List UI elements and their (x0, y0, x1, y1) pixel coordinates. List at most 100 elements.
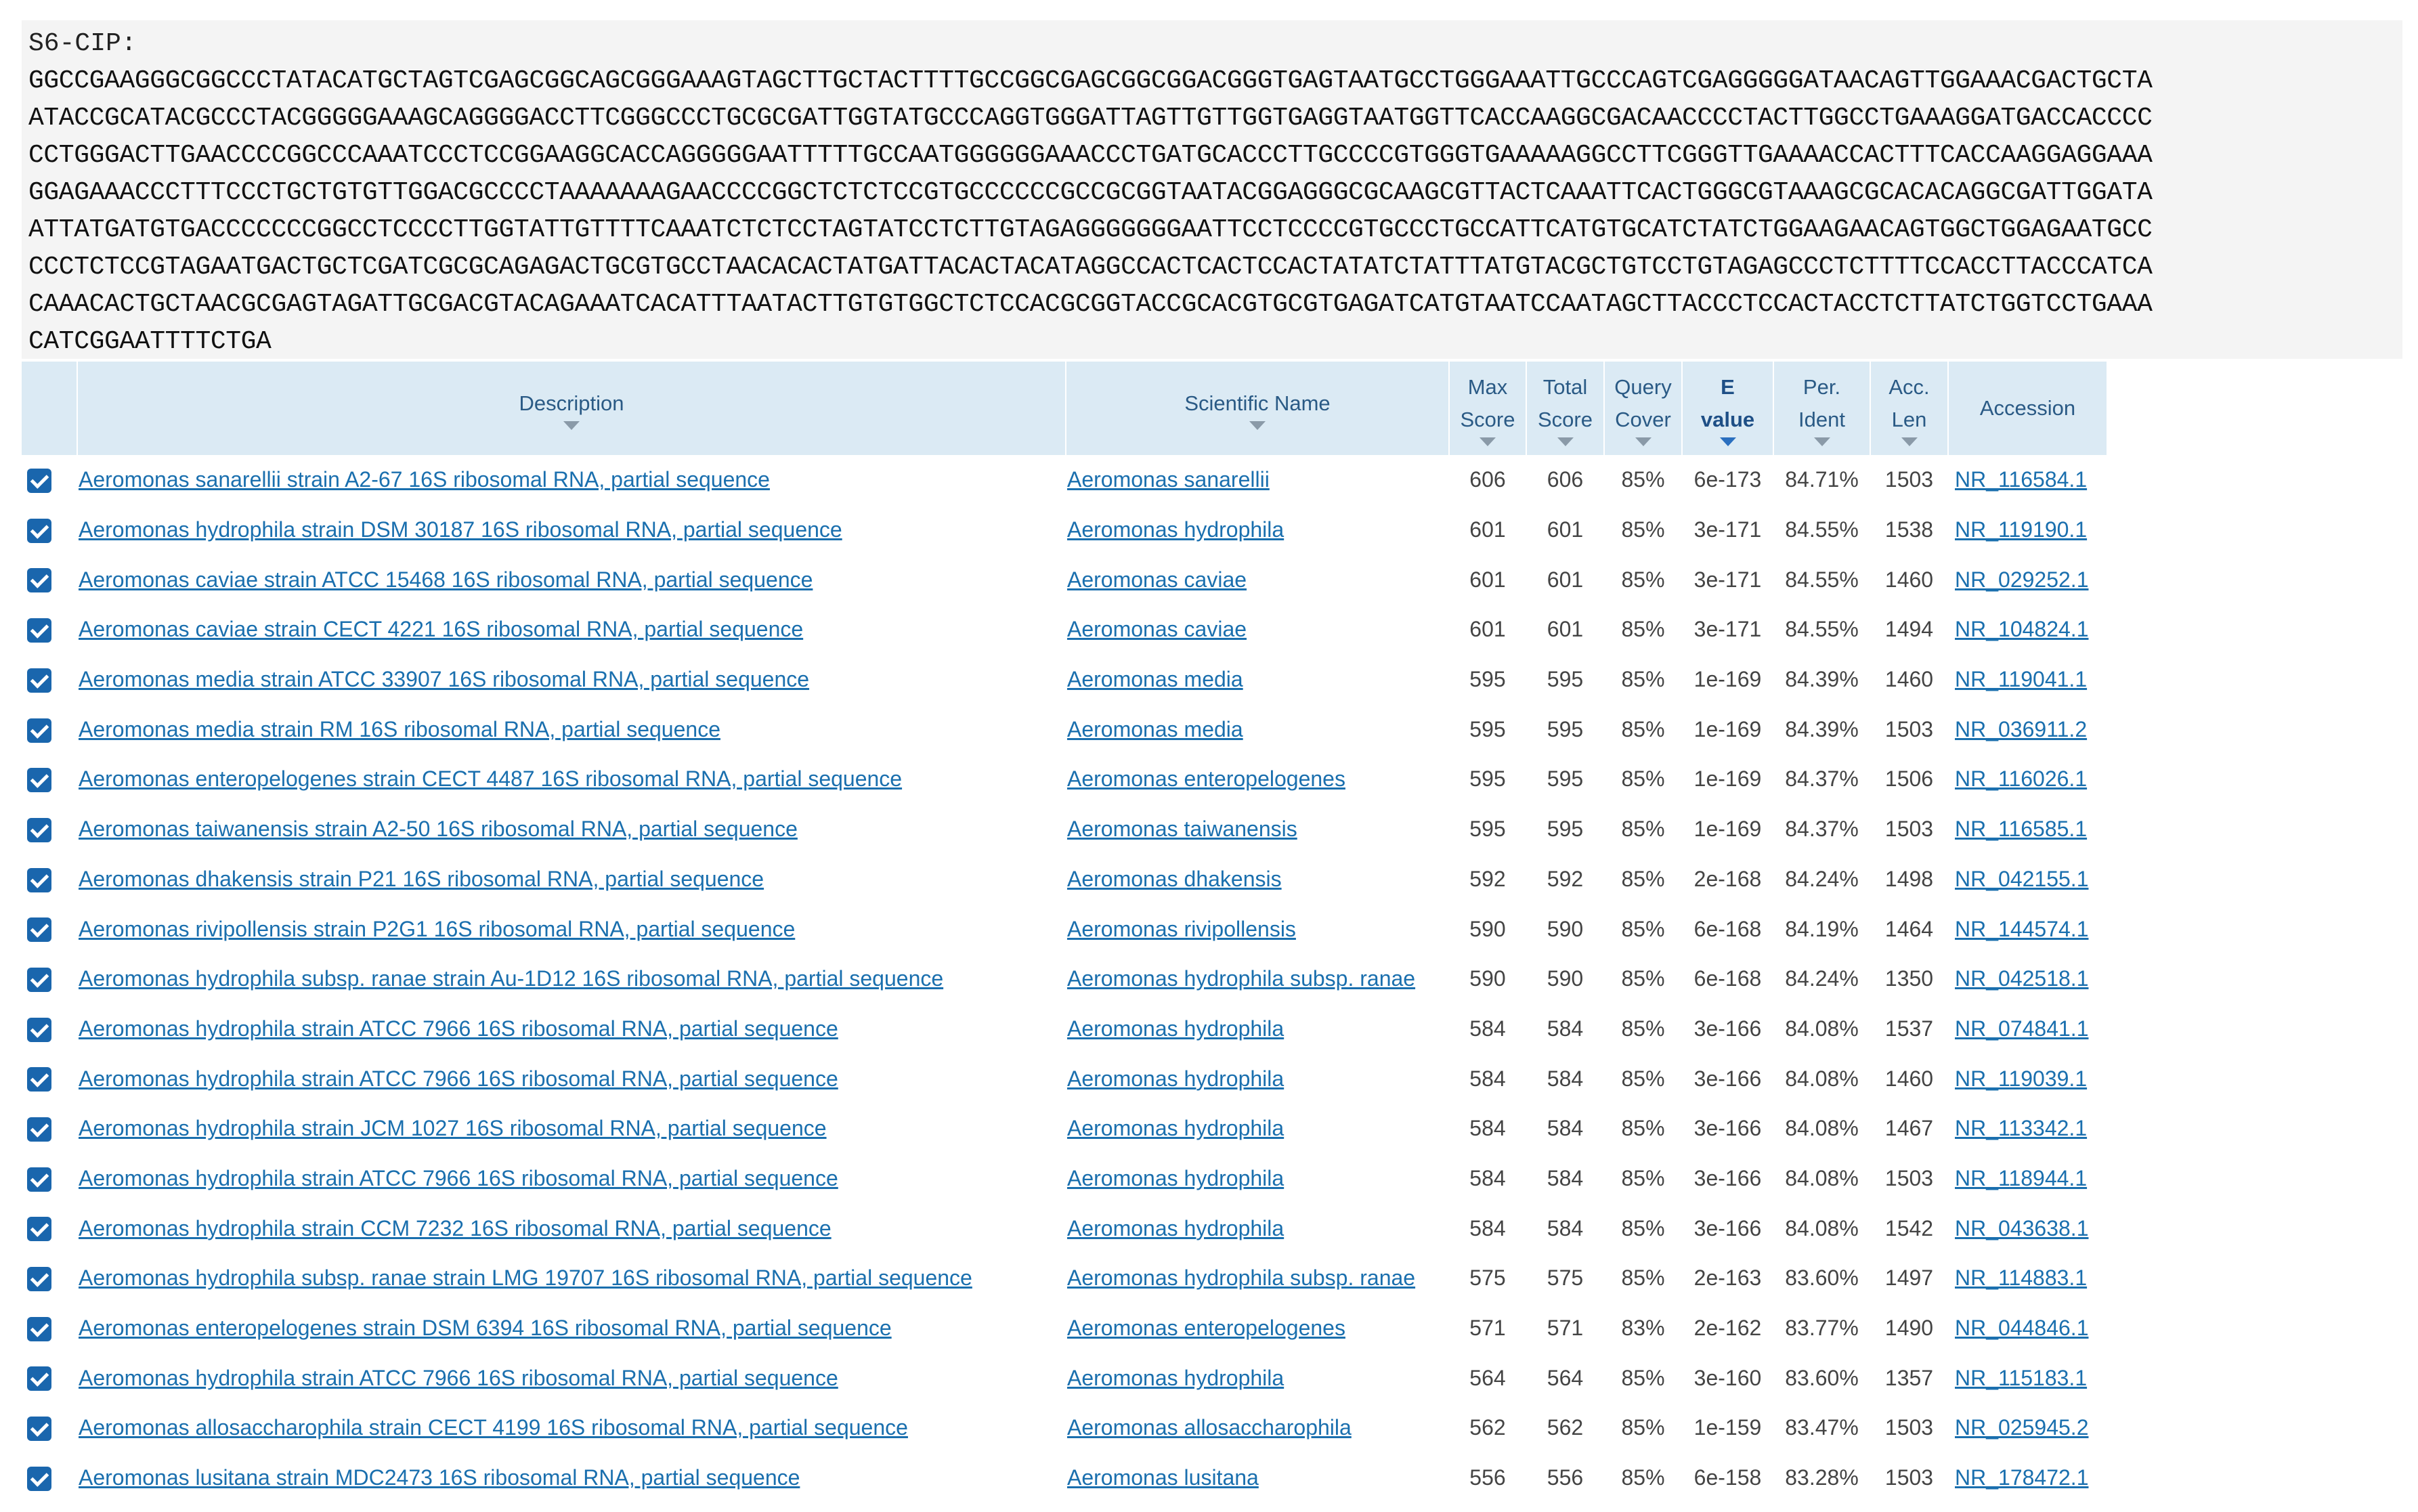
row-checkbox[interactable] (27, 1466, 51, 1491)
description-link[interactable]: Aeromonas hydrophila strain DSM 30187 16… (79, 517, 842, 542)
description-link[interactable]: Aeromonas hydrophila subsp. ranae strain… (79, 966, 943, 991)
sort-down-icon[interactable] (1719, 437, 1736, 446)
column-header-e-value[interactable]: E value (1682, 362, 1774, 455)
description-link[interactable]: Aeromonas enteropelogenes strain CECT 44… (79, 766, 902, 791)
sort-down-icon[interactable] (1557, 437, 1574, 446)
description-link[interactable]: Aeromonas hydrophila strain JCM 1027 16S… (79, 1116, 827, 1140)
description-link[interactable]: Aeromonas hydrophila strain CCM 7232 16S… (79, 1216, 832, 1240)
row-checkbox[interactable] (27, 768, 51, 793)
scientific-name-link[interactable]: Aeromonas caviae (1067, 567, 1247, 592)
accession-link[interactable]: NR_178472.1 (1955, 1465, 2088, 1490)
column-header-total-score[interactable]: Total Score (1526, 362, 1605, 455)
accession-link[interactable]: NR_116026.1 (1955, 766, 2087, 791)
accession-link[interactable]: NR_043638.1 (1955, 1216, 2088, 1240)
description-link[interactable]: Aeromonas enteropelogenes strain DSM 639… (79, 1316, 892, 1340)
row-checkbox[interactable] (27, 668, 51, 693)
sort-down-icon[interactable] (1249, 420, 1266, 430)
accession-link[interactable]: NR_025945.2 (1955, 1415, 2088, 1440)
row-checkbox[interactable] (27, 1117, 51, 1142)
scientific-name-link[interactable]: Aeromonas caviae (1067, 617, 1247, 641)
description-link[interactable]: Aeromonas caviae strain CECT 4221 16S ri… (79, 617, 803, 641)
row-checkbox[interactable] (27, 1417, 51, 1442)
accession-link[interactable]: NR_116585.1 (1955, 817, 2087, 841)
accession-link[interactable]: NR_042518.1 (1955, 966, 2088, 991)
column-header-query-cover[interactable]: Query Cover (1604, 362, 1683, 455)
description-link[interactable]: Aeromonas hydrophila strain ATCC 7966 16… (79, 1366, 838, 1390)
scientific-name-link[interactable]: Aeromonas hydrophila (1067, 1216, 1284, 1240)
scientific-name-link[interactable]: Aeromonas enteropelogenes (1067, 1316, 1345, 1340)
column-header-description[interactable]: Description (77, 362, 1066, 455)
scientific-name-link[interactable]: Aeromonas taiwanensis (1067, 817, 1297, 841)
row-checkbox[interactable] (27, 1217, 51, 1242)
description-link[interactable]: Aeromonas rivipollensis strain P2G1 16S … (79, 917, 795, 941)
accession-link[interactable]: NR_119039.1 (1955, 1066, 2087, 1091)
accession-link[interactable]: NR_144574.1 (1955, 917, 2088, 941)
accession-link[interactable]: NR_119190.1 (1955, 517, 2087, 542)
description-link[interactable]: Aeromonas media strain ATCC 33907 16S ri… (79, 667, 809, 691)
accession-link[interactable]: NR_074841.1 (1955, 1016, 2088, 1041)
scientific-name-link[interactable]: Aeromonas hydrophila subsp. ranae (1067, 966, 1415, 991)
scientific-name-link[interactable]: Aeromonas media (1067, 667, 1243, 691)
row-checkbox[interactable] (27, 967, 51, 992)
sort-down-icon[interactable] (1813, 437, 1830, 446)
scientific-name-link[interactable]: Aeromonas lusitana (1067, 1465, 1259, 1490)
column-header-per-ident[interactable]: Per. Ident (1773, 362, 1871, 455)
sort-down-icon[interactable] (1901, 437, 1918, 446)
row-checkbox[interactable] (27, 817, 51, 842)
row-checkbox[interactable] (27, 1316, 51, 1341)
scientific-name-link[interactable]: Aeromonas hydrophila subsp. ranae (1067, 1266, 1415, 1290)
scientific-name-link[interactable]: Aeromonas dhakensis (1067, 867, 1282, 891)
accession-link[interactable]: NR_116584.1 (1955, 467, 2087, 492)
accession-link[interactable]: NR_115183.1 (1955, 1366, 2087, 1390)
description-link[interactable]: Aeromonas caviae strain ATCC 15468 16S r… (79, 567, 813, 592)
scientific-name-link[interactable]: Aeromonas hydrophila (1067, 1166, 1284, 1190)
scientific-name-link[interactable]: Aeromonas rivipollensis (1067, 917, 1296, 941)
description-link[interactable]: Aeromonas sanarellii strain A2-67 16S ri… (79, 467, 770, 492)
row-checkbox[interactable] (27, 718, 51, 743)
row-checkbox[interactable] (27, 518, 51, 543)
description-link[interactable]: Aeromonas hydrophila strain ATCC 7966 16… (79, 1016, 838, 1041)
accession-link[interactable]: NR_044846.1 (1955, 1316, 2088, 1340)
row-checkbox[interactable] (27, 917, 51, 943)
description-link[interactable]: Aeromonas hydrophila subsp. ranae strain… (79, 1266, 972, 1290)
description-link[interactable]: Aeromonas allosaccharophila strain CECT … (79, 1415, 908, 1440)
row-checkbox[interactable] (27, 867, 51, 892)
row-checkbox[interactable] (27, 1366, 51, 1391)
row-checkbox[interactable] (27, 618, 51, 643)
column-header-scientific-name[interactable]: Scientific Name (1066, 362, 1450, 455)
sort-down-icon[interactable] (1480, 437, 1496, 446)
row-checkbox[interactable] (27, 1067, 51, 1092)
row-checkbox[interactable] (27, 469, 51, 494)
scientific-name-link[interactable]: Aeromonas hydrophila (1067, 517, 1284, 542)
row-checkbox[interactable] (27, 1267, 51, 1292)
accession-link[interactable]: NR_036911.2 (1955, 717, 2087, 741)
scientific-name-link[interactable]: Aeromonas sanarellii (1067, 467, 1270, 492)
description-link[interactable]: Aeromonas taiwanensis strain A2-50 16S r… (79, 817, 798, 841)
accession-link[interactable]: NR_113342.1 (1955, 1116, 2087, 1140)
scientific-name-link[interactable]: Aeromonas hydrophila (1067, 1066, 1284, 1091)
accession-link[interactable]: NR_118944.1 (1955, 1166, 2087, 1190)
scientific-name-link[interactable]: Aeromonas hydrophila (1067, 1116, 1284, 1140)
scientific-name-link[interactable]: Aeromonas allosaccharophila (1067, 1415, 1352, 1440)
column-header-acc-len[interactable]: Acc. Len (1870, 362, 1949, 455)
description-link[interactable]: Aeromonas media strain RM 16S ribosomal … (79, 717, 720, 741)
sort-down-icon[interactable] (563, 420, 580, 430)
accession-link[interactable]: NR_029252.1 (1955, 567, 2088, 592)
accession-link[interactable]: NR_119041.1 (1955, 667, 2087, 691)
row-checkbox[interactable] (27, 1167, 51, 1192)
sort-down-icon[interactable] (1635, 437, 1651, 446)
row-checkbox[interactable] (27, 1017, 51, 1042)
column-header-max-score[interactable]: Max Score (1449, 362, 1527, 455)
description-link[interactable]: Aeromonas hydrophila strain ATCC 7966 16… (79, 1066, 838, 1091)
row-checkbox[interactable] (27, 568, 51, 593)
accession-link[interactable]: NR_042155.1 (1955, 867, 2088, 891)
scientific-name-link[interactable]: Aeromonas media (1067, 717, 1243, 741)
accession-link[interactable]: NR_104824.1 (1955, 617, 2088, 641)
description-link[interactable]: Aeromonas dhakensis strain P21 16S ribos… (79, 867, 764, 891)
accession-link[interactable]: NR_114883.1 (1955, 1266, 2087, 1290)
description-link[interactable]: Aeromonas hydrophila strain ATCC 7966 16… (79, 1166, 838, 1190)
scientific-name-link[interactable]: Aeromonas hydrophila (1067, 1016, 1284, 1041)
description-link[interactable]: Aeromonas lusitana strain MDC2473 16S ri… (79, 1465, 800, 1490)
scientific-name-link[interactable]: Aeromonas enteropelogenes (1067, 766, 1345, 791)
scientific-name-link[interactable]: Aeromonas hydrophila (1067, 1366, 1284, 1390)
